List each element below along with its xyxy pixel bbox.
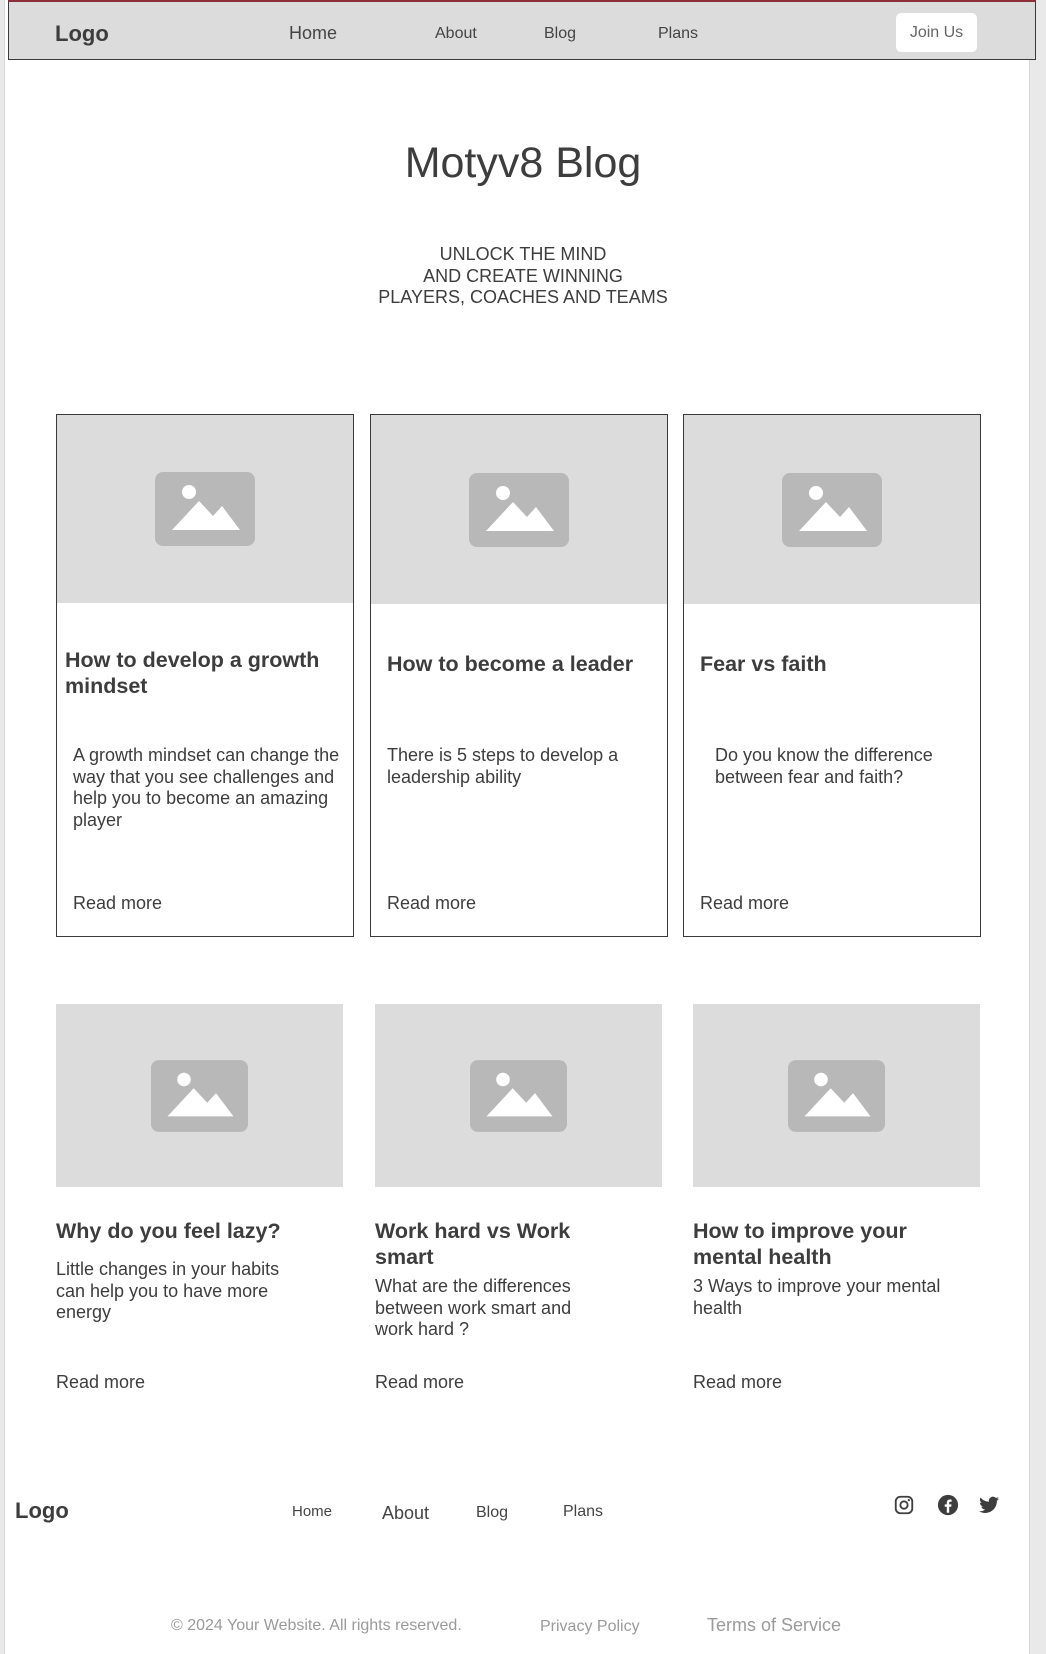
hero-subtitle-line: UNLOCK THE MIND: [439, 244, 607, 264]
card-description: What are the differences between work sm…: [375, 1276, 572, 1339]
card-description: Do you know the difference between fear …: [715, 745, 933, 787]
blog-card[interactable]: How to develop a growth mindset A growth…: [56, 414, 354, 937]
footer-link-home[interactable]: Home: [292, 1503, 332, 1520]
card-title[interactable]: How to develop a growth mindset: [65, 647, 347, 699]
nav-link-blog[interactable]: Blog: [544, 25, 576, 43]
image-icon: [155, 472, 255, 546]
twitter-icon[interactable]: [978, 1494, 1000, 1516]
image-icon: [469, 472, 569, 547]
read-more-link[interactable]: Read more: [73, 893, 162, 914]
image-placeholder: [693, 1004, 980, 1187]
instagram-icon[interactable]: [893, 1494, 915, 1516]
hero-subtitle-line: AND CREATE WINNING: [423, 265, 623, 286]
nav-link-home[interactable]: Home: [289, 23, 337, 44]
read-more-link[interactable]: Read more: [375, 1372, 464, 1393]
blog-card[interactable]: Work hard vs Work smart What are the dif…: [375, 1004, 662, 1404]
footer-logo[interactable]: Logo: [15, 1498, 69, 1524]
privacy-policy-link[interactable]: Privacy Policy: [540, 1618, 640, 1636]
card-title[interactable]: Fear vs faith: [700, 651, 976, 677]
read-more-link[interactable]: Read more: [693, 1372, 782, 1393]
image-placeholder: [371, 415, 667, 604]
image-icon: [151, 1059, 248, 1132]
card-title[interactable]: Work hard vs Work smart: [375, 1218, 605, 1270]
nav-link-plans[interactable]: Plans: [658, 25, 698, 43]
footer-link-plans[interactable]: Plans: [563, 1503, 603, 1521]
read-more-link[interactable]: Read more: [387, 893, 476, 914]
page-title: Motyv8 Blog: [404, 139, 642, 187]
image-icon: [788, 1059, 885, 1132]
facebook-icon[interactable]: [937, 1494, 959, 1516]
header-logo[interactable]: Logo: [55, 21, 109, 47]
hero-subtitle-line: PLAYERS, COACHES AND TEAMS: [378, 287, 668, 307]
top-navbar: Logo Home About Blog Plans: [8, 0, 1036, 60]
card-title[interactable]: Why do you feel lazy?: [56, 1218, 343, 1244]
blog-card[interactable]: Fear vs faith Do you know the difference…: [683, 414, 981, 937]
read-more-link[interactable]: Read more: [56, 1372, 145, 1393]
copyright-text: © 2024 Your Website. All rights reserved…: [171, 1617, 462, 1634]
image-icon: [782, 472, 882, 547]
nav-link-about[interactable]: About: [435, 25, 477, 43]
card-title[interactable]: How to become a leader: [387, 651, 663, 677]
footer-link-about[interactable]: About: [382, 1503, 429, 1524]
blog-card[interactable]: How to become a leader There is 5 steps …: [370, 414, 668, 937]
read-more-link[interactable]: Read more: [700, 893, 789, 914]
card-description: 3 Ways to improve your mental health: [693, 1276, 941, 1318]
blog-card[interactable]: How to improve your mental health 3 Ways…: [693, 1004, 980, 1404]
hero-subtitle: UNLOCK THE MIND AND CREATE WINNING PLAYE…: [0, 244, 1046, 309]
image-placeholder: [375, 1004, 662, 1187]
terms-of-service-link[interactable]: Terms of Service: [707, 1615, 841, 1636]
image-icon: [470, 1059, 567, 1132]
blog-card[interactable]: Why do you feel lazy? Little changes in …: [56, 1004, 343, 1404]
card-description: A growth mindset can change the way that…: [73, 745, 340, 830]
card-description: There is 5 steps to develop a leadership…: [387, 745, 619, 787]
card-title[interactable]: How to improve your mental health: [693, 1218, 943, 1270]
footer-link-blog[interactable]: Blog: [476, 1504, 508, 1522]
join-us-button[interactable]: Join Us: [896, 13, 977, 52]
image-placeholder: [684, 415, 980, 604]
image-placeholder: [57, 415, 353, 603]
image-placeholder: [56, 1004, 343, 1187]
card-description: Little changes in your habits can help y…: [56, 1259, 280, 1322]
